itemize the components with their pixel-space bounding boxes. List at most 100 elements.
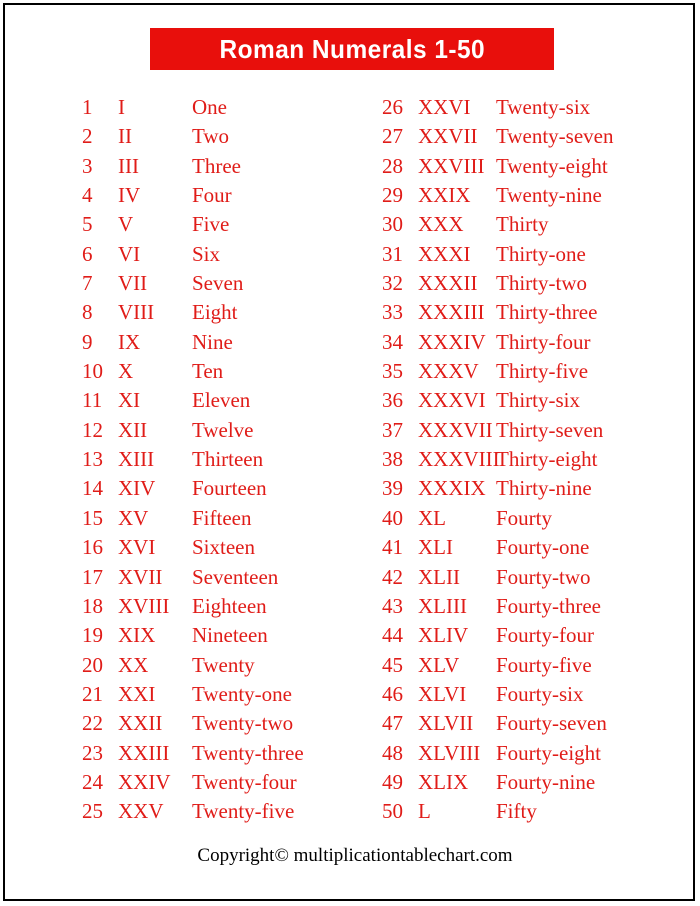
cell-number: 48 xyxy=(382,740,403,765)
cell-roman-numeral: XX xyxy=(118,652,149,677)
cell-word: Sixteen xyxy=(192,535,255,560)
cell-roman-numeral: XVIII xyxy=(118,593,170,618)
cell-roman-numeral: XIX xyxy=(118,623,156,648)
cell-number: 16 xyxy=(82,535,103,560)
cell-roman-numeral: XXVI xyxy=(418,95,471,119)
cell-number: 30 xyxy=(382,212,403,237)
cell-roman-numeral: XXIX xyxy=(418,183,471,208)
cell-number: 50 xyxy=(382,799,403,824)
cell-word: Fourty-three xyxy=(496,593,601,618)
cell-roman-numeral: XXXVI xyxy=(418,388,486,413)
cell-roman-numeral: XL xyxy=(418,505,446,530)
cell-roman-numeral: XIII xyxy=(118,447,155,472)
cell-number: 7 xyxy=(82,271,93,296)
cell-word: Seven xyxy=(192,271,244,296)
cell-roman-numeral: XII xyxy=(118,417,148,442)
table-row: 44 XLIV Fourty-four xyxy=(382,621,614,650)
cell-number: 40 xyxy=(382,505,403,530)
cell-roman-numeral: XXIV xyxy=(118,769,171,794)
cell-number: 6 xyxy=(82,241,93,266)
title-banner: Roman Numerals 1-50 xyxy=(150,28,554,70)
table-row: 43 XLIII Fourty-three xyxy=(382,592,614,621)
cell-roman-numeral: XXXII xyxy=(418,271,478,296)
cell-number: 28 xyxy=(382,153,403,178)
cell-number: 46 xyxy=(382,681,403,706)
cell-word: Fourty-two xyxy=(496,564,591,589)
cell-number: 4 xyxy=(82,183,93,208)
table-row: 17 XVII Seventeen xyxy=(82,563,304,592)
cell-roman-numeral: IV xyxy=(118,183,141,208)
table-row: 27 XXVII Twenty-seven xyxy=(382,122,614,151)
table-row: 3 III Three xyxy=(82,152,304,181)
cell-word: Twenty-eight xyxy=(496,153,608,178)
cell-word: Seventeen xyxy=(192,564,279,589)
cell-number: 14 xyxy=(82,476,103,501)
cell-word: Thirty-one xyxy=(496,241,586,266)
cell-roman-numeral: XI xyxy=(118,388,141,413)
cell-number: 29 xyxy=(382,183,403,208)
cell-number: 38 xyxy=(382,447,403,472)
table-row: 22 XXII Twenty-two xyxy=(82,709,304,738)
cell-word: Twenty-seven xyxy=(496,124,614,149)
table-row: 1 I One xyxy=(82,93,304,122)
cell-number: 8 xyxy=(82,300,93,325)
cell-word: Thirty xyxy=(496,212,549,237)
cell-number: 3 xyxy=(82,153,93,178)
table-row: 34 XXXIV Thirty-four xyxy=(382,328,614,357)
cell-roman-numeral: XXV xyxy=(118,799,164,824)
cell-roman-numeral: XLIV xyxy=(418,623,469,648)
cell-roman-numeral: V xyxy=(118,212,134,237)
cell-word: Thirty-eight xyxy=(496,447,598,472)
table-row: 8 VIII Eight xyxy=(82,298,304,327)
cell-number: 45 xyxy=(382,652,403,677)
table-row: 45 XLV Fourty-five xyxy=(382,651,614,680)
table-row: 15 XV Fifteen xyxy=(82,504,304,533)
cell-word: Thirty-six xyxy=(496,388,580,413)
cell-word: Fourty-six xyxy=(496,681,584,706)
cell-word: Twenty-five xyxy=(192,799,295,824)
cell-number: 2 xyxy=(82,124,93,149)
table-row: 30 XXX Thirty xyxy=(382,210,614,239)
cell-number: 41 xyxy=(382,535,403,560)
cell-number: 19 xyxy=(82,623,103,648)
page-title: Roman Numerals 1-50 xyxy=(219,33,485,64)
cell-word: Three xyxy=(192,153,241,178)
cell-number: 17 xyxy=(82,564,103,589)
cell-number: 47 xyxy=(382,711,403,736)
cell-word: Twelve xyxy=(192,417,254,442)
table-row: 38 XXXVIII Thirty-eight xyxy=(382,445,614,474)
cell-number: 23 xyxy=(82,740,103,765)
cell-word: Twenty-three xyxy=(192,740,304,765)
cell-number: 18 xyxy=(82,593,103,618)
cell-word: Fourteen xyxy=(192,476,267,501)
cell-roman-numeral: XVI xyxy=(118,535,156,560)
table-row: 26 XXVI Twenty-six xyxy=(382,93,614,122)
cell-word: Twenty-six xyxy=(496,95,591,119)
cell-roman-numeral: VIII xyxy=(118,300,155,325)
cell-roman-numeral: XXVII xyxy=(418,124,478,149)
cell-word: Fourty-eight xyxy=(496,740,601,765)
cell-roman-numeral: XLVIII xyxy=(418,740,481,765)
cell-number: 24 xyxy=(82,769,103,794)
cell-roman-numeral: VII xyxy=(118,271,148,296)
table-row: 10 X Ten xyxy=(82,357,304,386)
page-frame: Roman Numerals 1-50 1 I One 2 II Two 3 III Three… xyxy=(3,3,695,901)
cell-number: 22 xyxy=(82,711,103,736)
table-row: 32 XXXII Thirty-two xyxy=(382,269,614,298)
table-row: 14 XIV Fourteen xyxy=(82,474,304,503)
cell-word: Twenty-two xyxy=(192,711,294,736)
cell-word: Fifty xyxy=(496,799,537,824)
cell-roman-numeral: XLI xyxy=(418,535,453,560)
table-row: 23 XXIII Twenty-three xyxy=(82,739,304,768)
table-row: 50 L Fifty xyxy=(382,797,614,826)
cell-roman-numeral: VI xyxy=(118,241,141,266)
table-row: 24 XXIV Twenty-four xyxy=(82,768,304,797)
table-row: 25 XXV Twenty-five xyxy=(82,797,304,826)
cell-roman-numeral: XXII xyxy=(118,711,163,736)
cell-number: 36 xyxy=(382,388,403,413)
table-row: 20 XX Twenty xyxy=(82,651,304,680)
cell-roman-numeral: IX xyxy=(118,329,141,354)
cell-word: Fourty-nine xyxy=(496,769,596,794)
table-row: 7 VII Seven xyxy=(82,269,304,298)
cell-roman-numeral: XXXI xyxy=(418,241,471,266)
